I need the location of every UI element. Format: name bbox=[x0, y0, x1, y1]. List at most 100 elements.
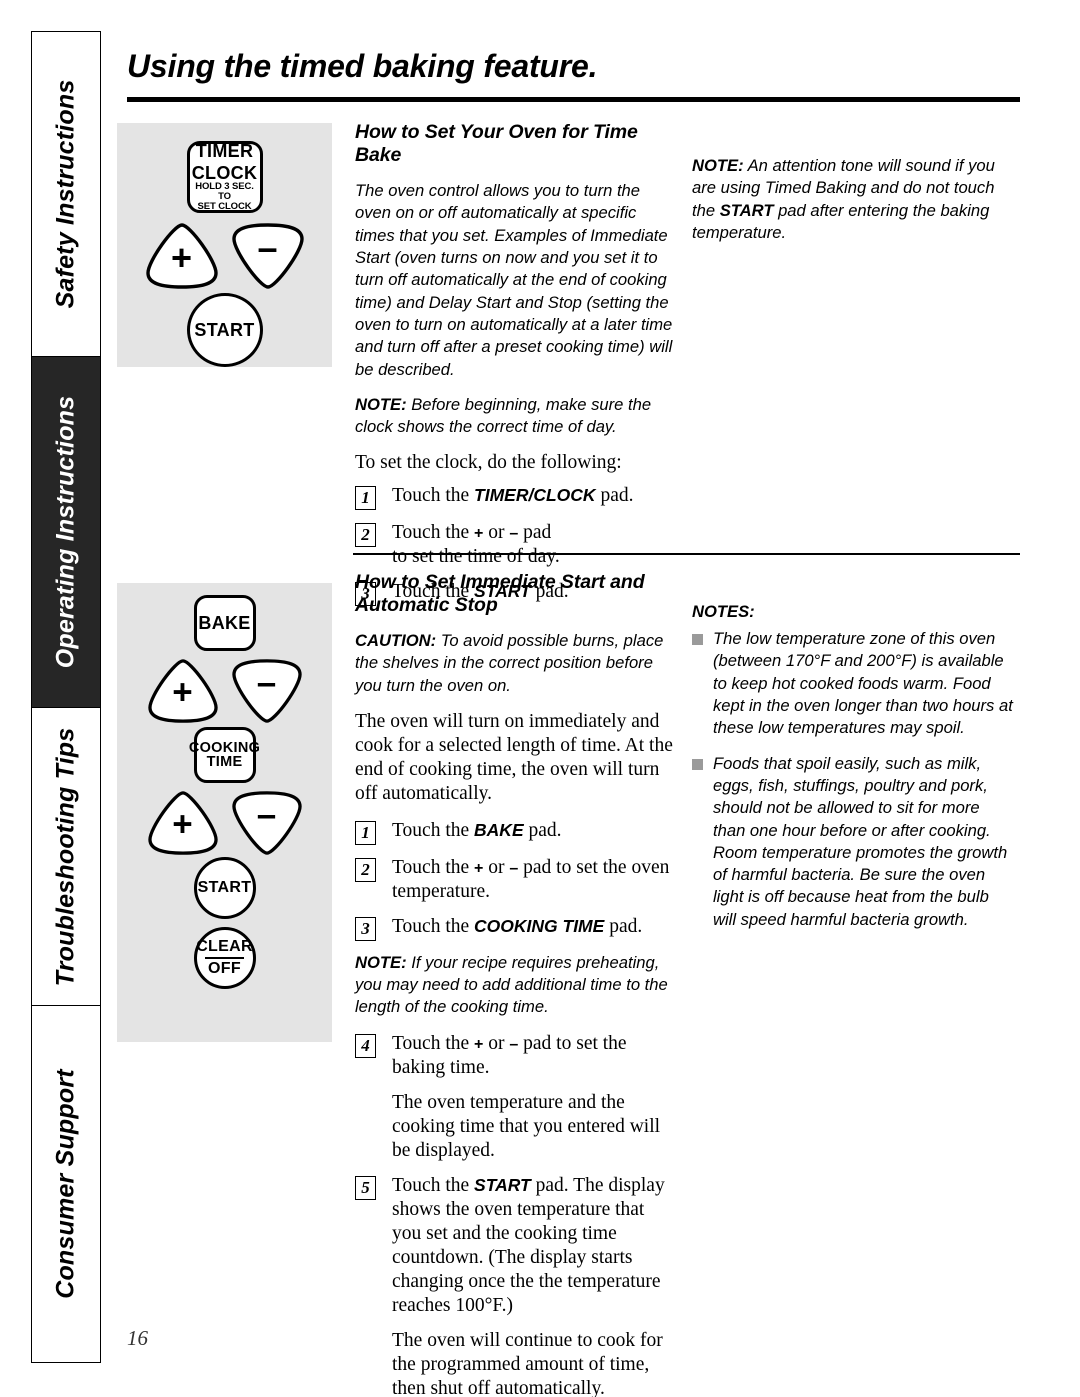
timer-clock-key-hint-line1: HOLD 3 SEC. TO bbox=[195, 180, 254, 202]
timer-clock-key-hint-line2: SET CLOCK bbox=[197, 201, 252, 213]
step-text-pre: Touch the bbox=[392, 1032, 475, 1054]
temperature-adjust-key-row: + – bbox=[144, 657, 306, 725]
page-number: 16 bbox=[127, 1326, 148, 1350]
notes-heading: NOTES: bbox=[692, 602, 755, 621]
square-bullet-icon bbox=[692, 758, 703, 770]
temperature-minus-key[interactable]: – bbox=[228, 657, 306, 725]
note-list-item-text: Foods that spoil easily, such as milk, e… bbox=[713, 753, 1008, 929]
section2-notes-column: NOTES: The low temperature zone of this … bbox=[692, 602, 1015, 944]
plus-pad-symbol: + bbox=[474, 859, 484, 877]
note-list-item: Foods that spoil easily, such as milk, e… bbox=[692, 753, 1015, 932]
note-list-item-text: The low temperature zone of this oven (b… bbox=[713, 629, 1013, 738]
step-item: 2 Touch the + or – pad to set the oven t… bbox=[355, 856, 678, 904]
section1-lead-in: To set the clock, do the following: bbox=[355, 452, 622, 474]
minus-symbol: – bbox=[257, 227, 278, 268]
note-label: NOTE: bbox=[692, 156, 744, 175]
sidebar-tab-label: Operating Instructions bbox=[51, 395, 80, 669]
step-text-pre: Touch the bbox=[392, 485, 475, 507]
caution-label: CAUTION: bbox=[355, 631, 437, 650]
timer-clock-key-line2: CLOCK bbox=[191, 162, 258, 183]
step-text: Touch the + or – pad to set the oven tem… bbox=[392, 856, 678, 904]
step-number: 1 bbox=[355, 820, 376, 845]
step-item: 1 Touch the TIMER/CLOCK pad. bbox=[355, 484, 678, 511]
step-text: Touch the START pad. The display shows t… bbox=[392, 1174, 678, 1318]
step-item: 4 Touch the + or – pad to set the baking… bbox=[355, 1032, 678, 1080]
start-key-label: START bbox=[197, 879, 252, 896]
step-text-mid: or bbox=[483, 856, 510, 878]
bake-key-label: BAKE bbox=[198, 613, 251, 633]
step-text-mid: or bbox=[483, 1032, 510, 1054]
section2-sub-paragraph-2: The oven will continue to cook for the p… bbox=[392, 1329, 663, 1397]
sidebar-tab-troubleshooting-tips[interactable]: Troubleshooting Tips bbox=[31, 707, 101, 1006]
pad-name: START bbox=[719, 200, 774, 220]
section1-side-column: NOTE: An attention tone will sound if yo… bbox=[692, 155, 1015, 257]
step-text: Touch the COOKING TIME pad. bbox=[392, 915, 642, 939]
section2-sub-paragraph-1: The oven temperature and the cooking tim… bbox=[392, 1091, 661, 1161]
sidebar-tab-operating-instructions[interactable]: Operating Instructions bbox=[31, 355, 101, 708]
section2-heading: How to Set Immediate Start and Automatic… bbox=[355, 571, 645, 616]
pad-name: COOKING TIME bbox=[474, 915, 605, 936]
step-text-pre: Touch the bbox=[392, 819, 475, 841]
section1-attention-note: NOTE: An attention tone will sound if yo… bbox=[692, 155, 1015, 244]
timer-clock-key-line1: TIMER bbox=[195, 140, 254, 161]
cooking-time-key-line1: COOKING bbox=[188, 739, 261, 756]
step-item: 1 Touch the BAKE pad. bbox=[355, 819, 678, 845]
step-text-mid: or bbox=[483, 522, 510, 544]
clock-adjust-key-row: + – bbox=[142, 221, 308, 291]
sidebar-tab-safety-instructions[interactable]: Safety Instructions bbox=[31, 31, 101, 356]
bake-key[interactable]: BAKE bbox=[193, 595, 256, 651]
cooking-time-minus-key[interactable]: – bbox=[228, 789, 306, 857]
step-number: 4 bbox=[355, 1033, 376, 1058]
cooking-time-key-line2: TIME bbox=[206, 754, 243, 770]
cooking-time-plus-key[interactable]: + bbox=[144, 789, 222, 857]
step-item: 3 Touch the COOKING TIME pad. bbox=[355, 915, 678, 941]
step-text-post: pad. bbox=[604, 915, 643, 937]
start-key[interactable]: START bbox=[193, 857, 256, 919]
pad-name: BAKE bbox=[474, 819, 524, 840]
bake-control-panel-illustration: BAKE + – COOKING TIME + – START CLEAR OF… bbox=[117, 583, 332, 1042]
step-text: Touch the + or – pad to set the time of d… bbox=[392, 521, 560, 569]
pad-name: TIMER/CLOCK bbox=[474, 485, 596, 506]
timer-clock-key[interactable]: TIMER CLOCK HOLD 3 SEC. TO SET CLOCK bbox=[186, 140, 263, 213]
section2-preheat-note: NOTE: If your recipe requires preheating… bbox=[355, 952, 678, 1019]
minus-pad-symbol: – bbox=[509, 1035, 519, 1053]
cooking-time-key[interactable]: COOKING TIME bbox=[189, 727, 260, 783]
step-text-post: pad bbox=[518, 522, 552, 544]
key-divider bbox=[205, 956, 244, 960]
section2-intro: The oven will turn on immediately and co… bbox=[355, 710, 673, 804]
clock-plus-key[interactable]: + bbox=[142, 221, 222, 291]
minus-symbol: – bbox=[256, 795, 277, 834]
start-key-label: START bbox=[194, 320, 255, 340]
section1-note: NOTE: Before beginning, make sure the cl… bbox=[355, 394, 678, 439]
plus-symbol: + bbox=[170, 237, 193, 278]
step-text-pre: Touch the bbox=[392, 1174, 475, 1196]
sidebar-tab-label: Troubleshooting Tips bbox=[51, 727, 80, 987]
step-number: 2 bbox=[355, 857, 376, 882]
plus-symbol: + bbox=[172, 805, 193, 844]
step-number: 3 bbox=[355, 916, 376, 941]
section-tab-rail: Safety Instructions Operating Instructio… bbox=[31, 31, 101, 1363]
note-label: NOTE: bbox=[355, 394, 407, 414]
temperature-plus-key[interactable]: + bbox=[144, 657, 222, 725]
step-text-post: pad. bbox=[523, 819, 562, 841]
square-bullet-icon bbox=[692, 634, 703, 645]
note-list-item: The low temperature zone of this oven (b… bbox=[692, 628, 1015, 740]
sidebar-tab-label: Safety Instructions bbox=[51, 79, 80, 309]
title-underline-rule bbox=[127, 97, 1020, 102]
section2-main-column: How to Set Immediate Start and Automatic… bbox=[355, 571, 678, 1397]
clear-off-key-line2: OFF bbox=[208, 960, 241, 978]
step-text-line2: to set the time of day. bbox=[392, 546, 560, 568]
plus-pad-symbol: + bbox=[474, 525, 484, 543]
step-text: Touch the BAKE pad. bbox=[392, 819, 562, 843]
section1-main-column: How to Set Your Oven for Time Bake The o… bbox=[355, 121, 678, 617]
sidebar-tab-consumer-support[interactable]: Consumer Support bbox=[31, 1005, 101, 1363]
note-label: NOTE: bbox=[355, 952, 407, 972]
step-text: Touch the TIMER/CLOCK pad. bbox=[392, 484, 633, 508]
manual-page: Safety Instructions Operating Instructio… bbox=[0, 0, 1080, 1397]
start-key[interactable]: START bbox=[186, 293, 263, 367]
step-text-pre: Touch the bbox=[392, 856, 475, 878]
section2-caution: CAUTION: To avoid possible burns, place … bbox=[355, 630, 678, 697]
clock-minus-key[interactable]: – bbox=[228, 221, 308, 291]
plus-pad-symbol: + bbox=[474, 1035, 484, 1053]
clear-off-key[interactable]: CLEAR OFF bbox=[193, 927, 256, 989]
